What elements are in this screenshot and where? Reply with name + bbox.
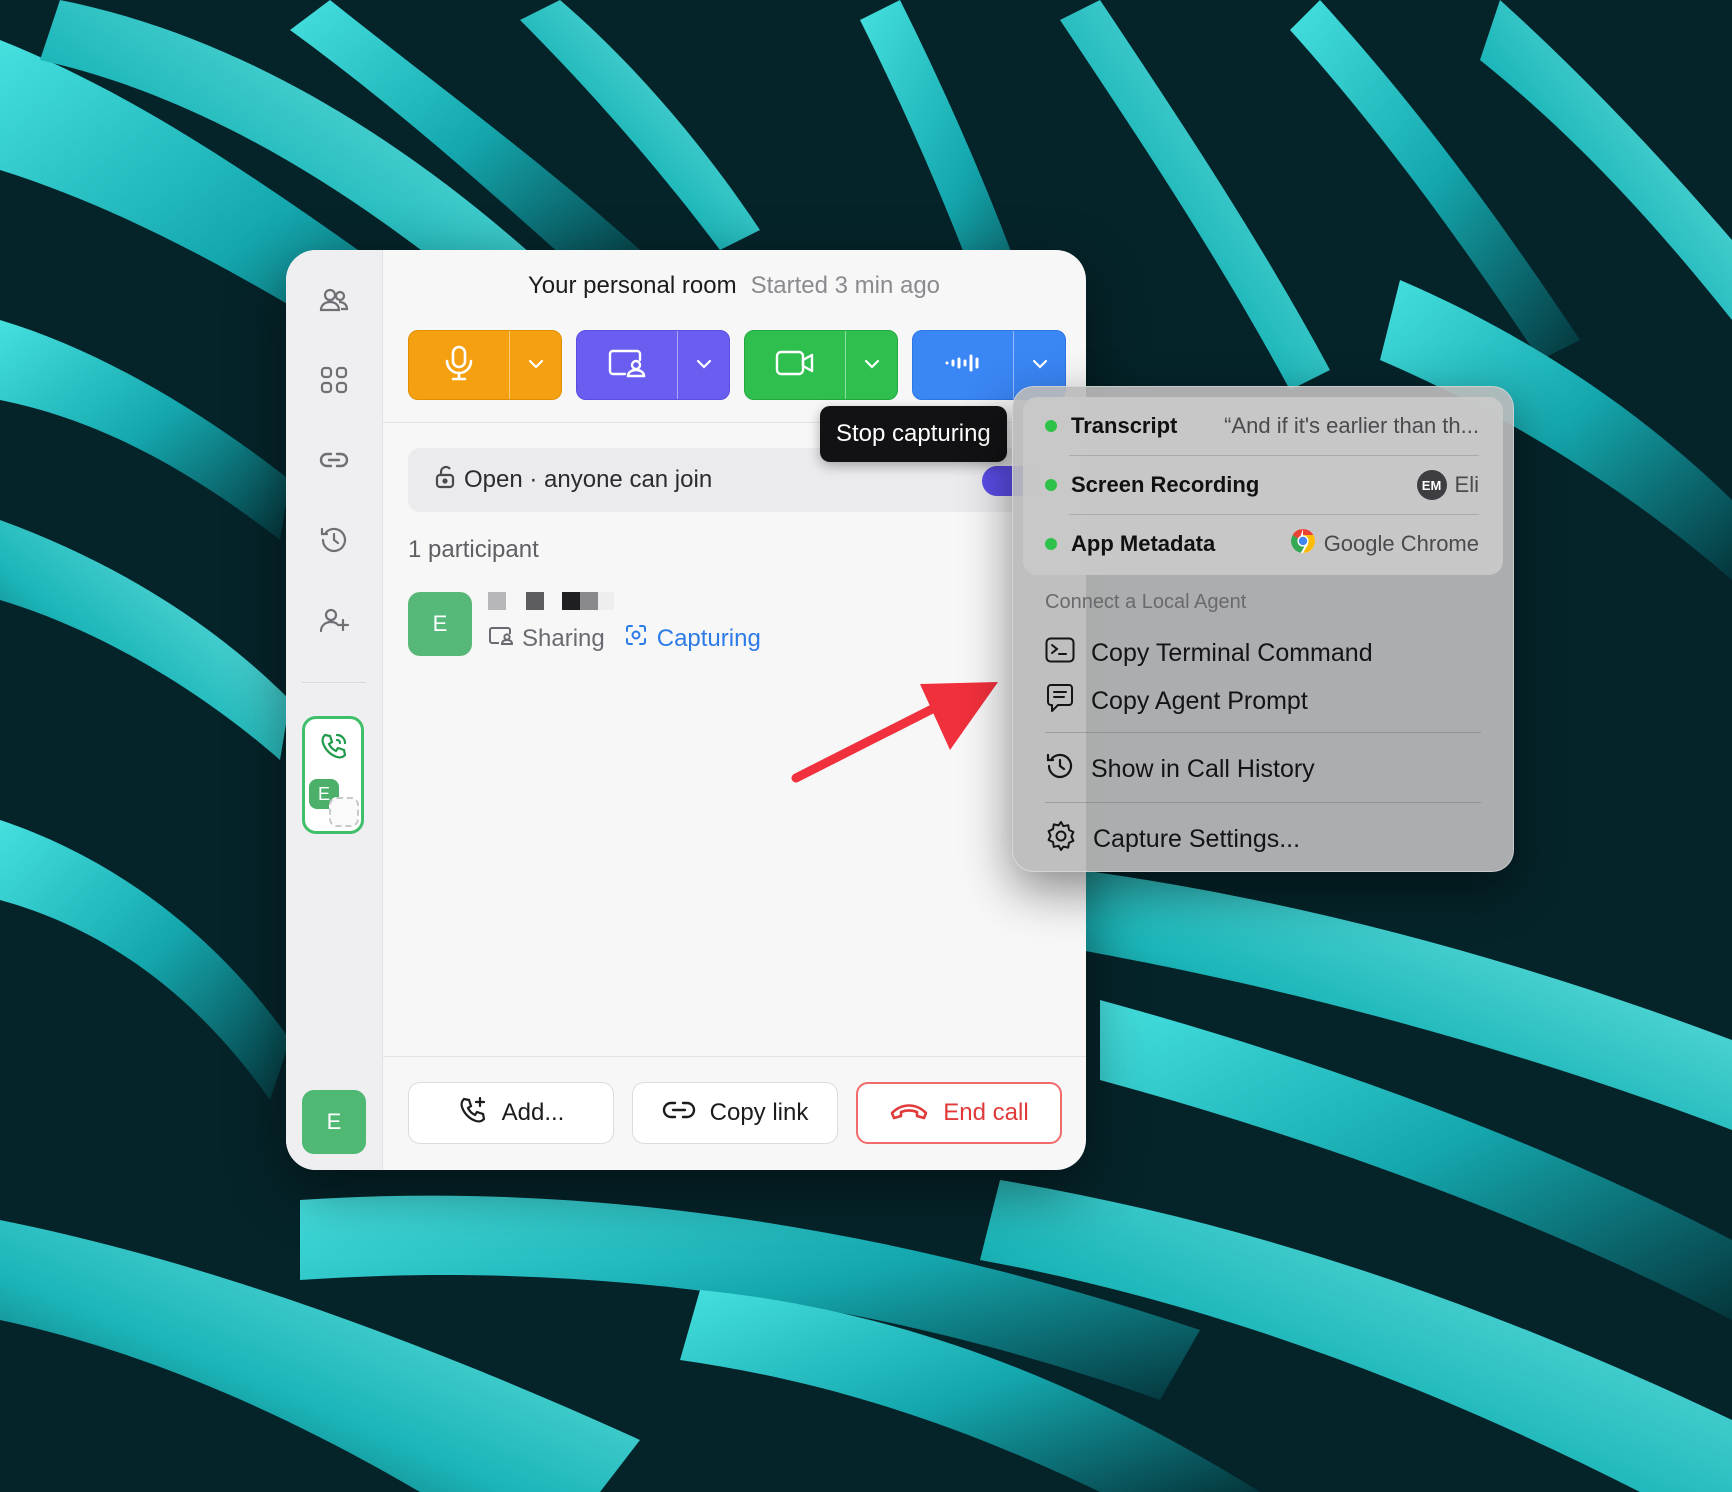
capture-button[interactable] [913,331,1013,399]
participant-status: Sharing Capturing [488,624,761,653]
hang-up-icon [889,1099,929,1128]
apps-grid-icon[interactable] [316,362,352,398]
gear-icon [1045,820,1077,859]
microphone-icon [443,345,475,386]
capturing-status[interactable]: Capturing [625,624,761,653]
divider [1045,732,1481,733]
app-name: Google Chrome [1323,531,1479,556]
mic-button[interactable] [409,331,509,399]
audio-waveform-icon [943,351,983,380]
copy-link-button[interactable]: Copy link [632,1082,838,1144]
chrome-icon [1290,528,1316,560]
app-metadata-row[interactable]: App Metadata Google Chrome [1023,515,1503,573]
avatar: EM [1416,470,1447,500]
page-title: Your personal room [527,272,737,299]
link-icon [662,1098,696,1129]
share-control [576,330,730,400]
capture-status-panel: Transcript “And if it's earlier than th.… [1023,397,1503,575]
screen-share-icon [607,348,647,383]
history-icon [1045,751,1075,788]
video-camera-icon [775,349,815,382]
phone-call-icon [319,731,349,766]
link-icon[interactable] [316,442,352,478]
chevron-down-icon [864,356,880,374]
annotation-arrow [791,682,998,783]
camera-button[interactable] [745,331,845,399]
divider [1045,802,1481,803]
copy-agent-prompt-item[interactable]: Copy Agent Prompt [1045,681,1308,721]
tooltip: Stop capturing [820,406,1007,462]
screen-recording-row[interactable]: Screen Recording EM Eli [1023,456,1503,514]
status-dot [1045,479,1057,491]
chevron-down-icon [528,356,544,374]
capture-focus-icon [625,624,647,653]
camera-control [744,330,898,400]
terminal-icon [1045,637,1075,670]
sharing-status: Sharing [488,625,605,653]
rail-divider [302,682,366,683]
screen-share-button[interactable] [577,331,677,399]
chevron-down-icon [1032,356,1048,374]
camera-options-button[interactable] [845,331,897,399]
recording-user: Eli [1454,472,1479,497]
mic-control [408,330,562,400]
status-dot [1045,420,1057,432]
call-duration: Started 3 min ago [750,272,941,299]
participant-name-redacted [488,592,614,610]
show-in-call-history-item[interactable]: Show in Call History [1045,749,1315,789]
live-call-card[interactable]: E [302,716,364,834]
room-header: Your personal room Started 3 min ago [382,272,1086,300]
user-avatar[interactable]: E [302,1090,366,1154]
capture-settings-item[interactable]: Capture Settings... [1045,819,1300,859]
copy-terminal-command-item[interactable]: Copy Terminal Command [1045,633,1373,673]
end-call-button[interactable]: End call [856,1082,1062,1144]
sidebar-rail: E E [286,250,383,1170]
access-label: Open · anyone can join [464,466,713,493]
chat-bubble-icon [1045,683,1075,720]
people-icon[interactable] [316,282,352,318]
section-heading: Connect a Local Agent [1045,591,1247,613]
divider [382,1056,1086,1057]
add-person-icon[interactable] [316,602,352,638]
empty-slot-placeholder [329,797,359,827]
unlock-icon [434,465,456,496]
avatar: E [408,592,472,656]
status-dot [1045,538,1057,550]
transcript-row[interactable]: Transcript “And if it's earlier than th.… [1023,397,1503,455]
share-options-button[interactable] [677,331,729,399]
add-participant-button[interactable]: Add... [408,1082,614,1144]
mic-options-button[interactable] [509,331,561,399]
capture-menu: Transcript “And if it's earlier than th.… [1012,386,1514,872]
history-icon[interactable] [316,522,352,558]
add-call-icon [458,1095,488,1132]
participants-count: 1 participant [408,536,539,563]
screen-share-icon [488,625,514,653]
transcript-preview: “And if it's earlier than th... [1224,413,1479,438]
chevron-down-icon [696,356,712,374]
